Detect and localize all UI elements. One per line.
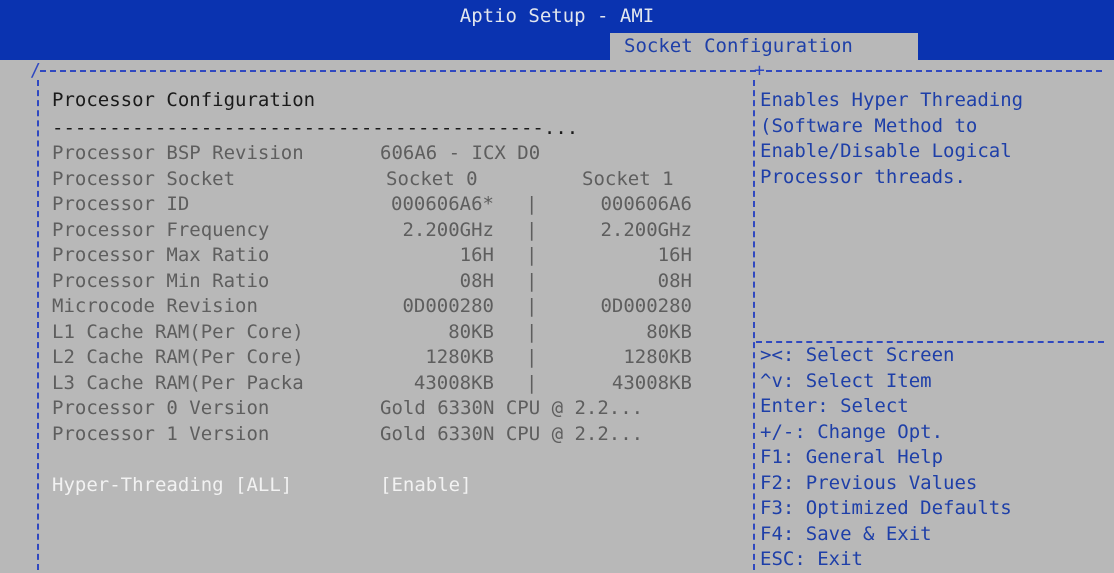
key-legend-text: ESC: Exit xyxy=(760,548,863,570)
frame-left-edge xyxy=(37,80,39,570)
frame-divider xyxy=(753,80,755,570)
settings-pane: Processor Configuration ----------------… xyxy=(52,88,732,498)
key-legend-text: Enter: Select xyxy=(760,395,909,417)
socket-0-value: Socket 0 xyxy=(386,167,478,190)
info-row: Microcode Revision 0D000280 | 0D000280 xyxy=(52,294,732,320)
key-legend-text: +/-: Change Opt. xyxy=(760,420,944,443)
info-label: L1 Cache RAM(Per Core) xyxy=(52,320,304,343)
help-line: Enable/Disable Logical xyxy=(760,139,1110,165)
hyper-threading-value[interactable]: [Enable] xyxy=(380,473,472,499)
key-legend-text: F1: General Help xyxy=(760,446,944,468)
socket-1-value: 2.200GHz xyxy=(600,218,692,241)
info-row: Processor BSP Revision 606A6 - ICX D0 xyxy=(52,141,732,167)
info-label: Processor Min Ratio xyxy=(52,269,270,292)
info-label: Processor 1 Version xyxy=(52,422,270,445)
info-row: L1 Cache RAM(Per Core) 80KB | 80KB xyxy=(52,320,732,346)
processor-info-table: Processor BSP Revision 606A6 - ICX D0 Proc… xyxy=(52,141,732,447)
info-label: Processor BSP Revision xyxy=(52,142,304,164)
socket-0-value: 08H xyxy=(459,269,494,292)
key-legend-text: F3: Optimized Defaults xyxy=(760,497,1012,519)
hyper-threading-row[interactable]: Hyper-Threading [ALL] [Enable] xyxy=(52,473,732,499)
key-legend-text: ><: Select Screen xyxy=(760,344,955,366)
help-line: Processor threads. xyxy=(760,165,1110,191)
info-value: Gold 6330N CPU @ 2.2... xyxy=(380,397,644,419)
section-title-row: Processor Configuration xyxy=(52,88,732,114)
socket-1-value: 08H xyxy=(657,269,692,292)
info-value: Gold 6330N CPU @ 2.2... xyxy=(380,422,644,445)
column-separator: | xyxy=(526,193,538,215)
info-row: Processor Min Ratio 08H | 08H xyxy=(52,269,732,295)
help-text-block: Enables Hyper Threading (Software Method … xyxy=(760,88,1110,190)
info-label: L3 Cache RAM(Per Packa xyxy=(52,371,304,394)
column-separator: | xyxy=(526,269,538,292)
info-row: Processor 1 Version Gold 6330N CPU @ 2.2.… xyxy=(52,422,732,448)
section-separator: ----------------------------------------… xyxy=(52,116,579,139)
socket-0-value: 16H xyxy=(459,244,494,266)
socket-1-value: Socket 1 xyxy=(582,167,674,190)
help-line-text: Enables Hyper Threading xyxy=(760,89,1024,111)
column-separator: | xyxy=(526,346,538,368)
info-label: L2 Cache RAM(Per Core) xyxy=(52,346,304,368)
info-label: Processor Frequency xyxy=(52,218,270,241)
socket-0-value: 000606A6* xyxy=(391,193,494,215)
info-value: 606A6 - ICX D0 xyxy=(380,142,541,164)
socket-1-value: 0D000280 xyxy=(600,295,692,317)
info-label: Microcode Revision xyxy=(52,295,258,317)
help-line: Enables Hyper Threading xyxy=(760,88,1110,114)
info-row: Processor Socket Socket 0 Socket 1 xyxy=(52,167,732,193)
info-row: Processor 0 Version Gold 6330N CPU @ 2.2.… xyxy=(52,396,732,422)
section-separator-row: ----------------------------------------… xyxy=(52,116,732,142)
column-separator: | xyxy=(526,295,538,317)
help-line: (Software Method to xyxy=(760,114,1110,140)
socket-0-value: 43008KB xyxy=(413,371,494,394)
key-legend-text: F2: Previous Values xyxy=(760,471,978,494)
bios-screen: Aptio Setup - AMI Socket Configuration /… xyxy=(0,0,1114,572)
info-row: Processor Max Ratio 16H | 16H xyxy=(52,243,732,269)
socket-0-value: 80KB xyxy=(448,320,494,343)
help-line-text: Enable/Disable Logical xyxy=(760,140,1012,162)
spacer-row xyxy=(52,447,732,473)
info-label: Processor Socket xyxy=(52,167,236,190)
info-row: Processor Frequency 2.200GHz | 2.200GHz xyxy=(52,218,732,244)
frame-junction: + xyxy=(754,60,765,81)
tab-socket-configuration[interactable]: Socket Configuration xyxy=(610,33,918,60)
section-title: Processor Configuration xyxy=(52,89,316,111)
hyper-threading-label: Hyper-Threading [ALL] xyxy=(52,473,293,496)
frame-top-right xyxy=(766,70,1102,72)
info-row: Processor ID 000606A6* | 000606A6 xyxy=(52,192,732,218)
help-line-text: Processor threads. xyxy=(760,165,966,188)
socket-1-value: 16H xyxy=(657,244,692,266)
info-label: Processor Max Ratio xyxy=(52,244,270,266)
key-legend-text: ^v: Select Item xyxy=(760,369,932,392)
column-separator: | xyxy=(526,244,538,266)
header-bar: Aptio Setup - AMI Socket Configuration xyxy=(0,0,1114,60)
socket-1-value: 000606A6 xyxy=(600,193,692,215)
key-legend-text: F4: Save & Exit xyxy=(760,522,932,545)
app-title: Aptio Setup - AMI xyxy=(459,5,655,27)
socket-0-value: 1280KB xyxy=(425,346,494,368)
info-row: L2 Cache RAM(Per Core) 1280KB | 1280KB xyxy=(52,345,732,371)
frame-top-left xyxy=(40,70,756,72)
info-label: Processor ID xyxy=(52,193,190,215)
column-separator: | xyxy=(526,320,538,343)
socket-1-value: 43008KB xyxy=(611,371,692,394)
info-row: L3 Cache RAM(Per Packa 43008KB | 43008KB xyxy=(52,371,732,397)
column-separator: | xyxy=(526,218,538,241)
socket-0-value: 0D000280 xyxy=(402,295,494,317)
help-pane: Enables Hyper Threading (Software Method … xyxy=(760,88,1110,570)
column-separator: | xyxy=(526,371,538,394)
socket-1-value: 1280KB xyxy=(623,346,692,368)
help-line-text: (Software Method to xyxy=(760,114,978,137)
socket-0-value: 2.200GHz xyxy=(402,218,494,241)
info-label: Processor 0 Version xyxy=(52,397,270,419)
socket-1-value: 80KB xyxy=(646,320,692,343)
